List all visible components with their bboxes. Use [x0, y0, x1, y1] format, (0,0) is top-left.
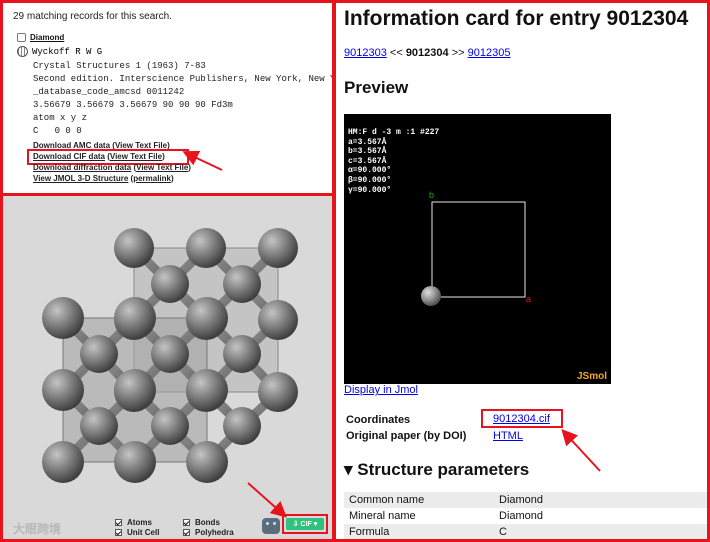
citation-line: Second edition. Interscience Publishers,…: [33, 74, 335, 84]
display-jmol-row: Display in Jmol: [344, 384, 418, 396]
atoms-toggle[interactable]: Atoms: [115, 518, 152, 527]
table-row: Formula C: [344, 524, 707, 539]
axis-a-label: a: [526, 294, 531, 304]
carbon-atom: [223, 335, 261, 373]
carbon-atom: [186, 441, 228, 483]
carbon-atom: [186, 369, 228, 411]
carbon-atom: [186, 228, 226, 268]
display-jmol-link[interactable]: Display in Jmol: [344, 384, 418, 396]
chevron-down-icon: ▾: [313, 521, 318, 528]
crystal-structure-view[interactable]: [3, 196, 332, 516]
bonds-label: Bonds: [195, 518, 220, 527]
jmol-viewer-panel: 大眼跨境 Atoms Unit Cell Bonds Polyhedra ⇩ C…: [0, 193, 335, 542]
param-key: Mineral name: [344, 508, 494, 524]
carbon-atom: [223, 265, 261, 303]
search-count: 29 matching records for this search.: [13, 11, 172, 22]
param-value: C: [494, 524, 707, 539]
view-diffraction-text-link[interactable]: View Text File: [136, 163, 188, 172]
param-key: Common name: [344, 492, 494, 508]
cod-info-card: Information card for entry 9012304 90123…: [333, 0, 710, 542]
polyhedra-toggle[interactable]: Polyhedra: [183, 528, 234, 537]
author-line: Wyckoff R W G: [32, 46, 103, 57]
download-icon: ⇩: [292, 521, 299, 528]
carbon-atom: [223, 407, 261, 445]
unit-cell-label: Unit Cell: [127, 528, 160, 537]
carbon-atom: [151, 407, 189, 445]
carbon-atom: [80, 335, 118, 373]
carbon-atom: [151, 265, 189, 303]
author-row: Wyckoff R W G: [17, 46, 102, 57]
watermark: 大眼跨境: [13, 522, 62, 536]
carbon-atom: [80, 407, 118, 445]
entry-navigation: 9012303 << 9012304 >> 9012305: [344, 47, 510, 59]
table-row: Common name Diamond: [344, 492, 707, 508]
entry-row: Diamond: [17, 33, 64, 42]
globe-icon[interactable]: [17, 46, 28, 57]
prev-entry-link[interactable]: 9012303: [344, 47, 387, 59]
structure-heading[interactable]: ▾ Structure parameters: [344, 460, 529, 480]
robot-icon[interactable]: [262, 518, 280, 534]
citation-line: Crystal Structures 1 (1963) 7-83: [33, 61, 206, 71]
unit-cell-checkbox[interactable]: [115, 529, 122, 536]
bonds-checkbox[interactable]: [183, 519, 190, 526]
citation-line: _database_code_amcsd 0011242: [33, 87, 185, 97]
coordinates-label: Coordinates: [346, 414, 411, 426]
current-entry: 9012304: [405, 47, 449, 59]
param-value: Diamond: [494, 492, 707, 508]
citation-line: 3.56679 3.56679 3.56679 90 90 90 Fd3m: [33, 100, 233, 110]
jmol-row: View JMOL 3-D Structure (permalink): [33, 174, 174, 183]
jsmol-viewer[interactable]: HM:F d -3 m :1 #227 a=3.567Å b=3.567Å c=…: [344, 114, 611, 384]
unit-cell-diagram: b a: [421, 190, 531, 306]
jsmol-label: JSmol: [576, 371, 607, 382]
carbon-atom: [258, 228, 298, 268]
carbon-atom: [258, 300, 298, 340]
carbon-atom: [114, 369, 156, 411]
carbon-atom: [114, 228, 154, 268]
bonds-toggle[interactable]: Bonds: [183, 518, 220, 527]
carbon-atom: [151, 335, 189, 373]
download-diffraction-link[interactable]: Download diffraction data: [33, 163, 131, 172]
unit-cell-box: [431, 201, 526, 298]
paper-value: HTML: [493, 430, 523, 442]
citation-line: C 0 0 0: [33, 126, 82, 136]
atoms-checkbox[interactable]: [115, 519, 122, 526]
carbon-atom: [42, 441, 84, 483]
cif-download-button[interactable]: ⇩ CIF ▾: [286, 518, 324, 530]
polyhedra-label: Polyhedra: [195, 528, 234, 537]
param-value: Diamond: [494, 508, 707, 524]
cif-button-label: CIF: [300, 520, 312, 528]
param-key: Formula: [344, 524, 494, 539]
carbon-atom: [114, 297, 156, 339]
table-row: Mineral name Diamond: [344, 508, 707, 524]
cif-highlight-box: ⇩ CIF ▾: [282, 514, 328, 534]
next-entry-link[interactable]: 9012305: [468, 47, 511, 59]
origin-atom: [421, 286, 441, 306]
carbon-atom: [258, 372, 298, 412]
entry-checkbox[interactable]: [17, 33, 26, 42]
entry-name-link[interactable]: Diamond: [30, 33, 64, 42]
paper-label: Original paper (by DOI): [346, 430, 467, 442]
carbon-atom: [186, 297, 228, 339]
next-separator: >>: [451, 47, 465, 59]
carbon-atom: [42, 369, 84, 411]
download-diffraction-row: Download diffraction data (View Text Fil…: [33, 163, 191, 172]
view-jmol-link[interactable]: View JMOL 3-D Structure: [33, 174, 128, 183]
structure-parameters-table: Common name Diamond Mineral name Diamond…: [344, 492, 707, 539]
paper-html-link[interactable]: HTML: [493, 430, 523, 442]
atoms-label: Atoms: [127, 518, 152, 527]
permalink-link[interactable]: permalink: [133, 174, 171, 183]
axis-b-label: b: [429, 190, 434, 200]
carbon-atom: [42, 297, 84, 339]
unit-cell-toggle[interactable]: Unit Cell: [115, 528, 159, 537]
preview-heading: Preview: [344, 78, 409, 97]
jmol-control-bar: 大眼跨境 Atoms Unit Cell Bonds Polyhedra ⇩ C…: [3, 514, 332, 539]
amc-search-panel: 29 matching records for this search. Dia…: [0, 0, 335, 196]
cif-link-highlight: [481, 409, 563, 428]
carbon-atom: [114, 441, 156, 483]
prev-separator: <<: [389, 47, 403, 59]
polyhedra-checkbox[interactable]: [183, 529, 190, 536]
page-title: Information card for entry 9012304: [344, 7, 689, 30]
citation-line: atom x y z: [33, 113, 88, 123]
